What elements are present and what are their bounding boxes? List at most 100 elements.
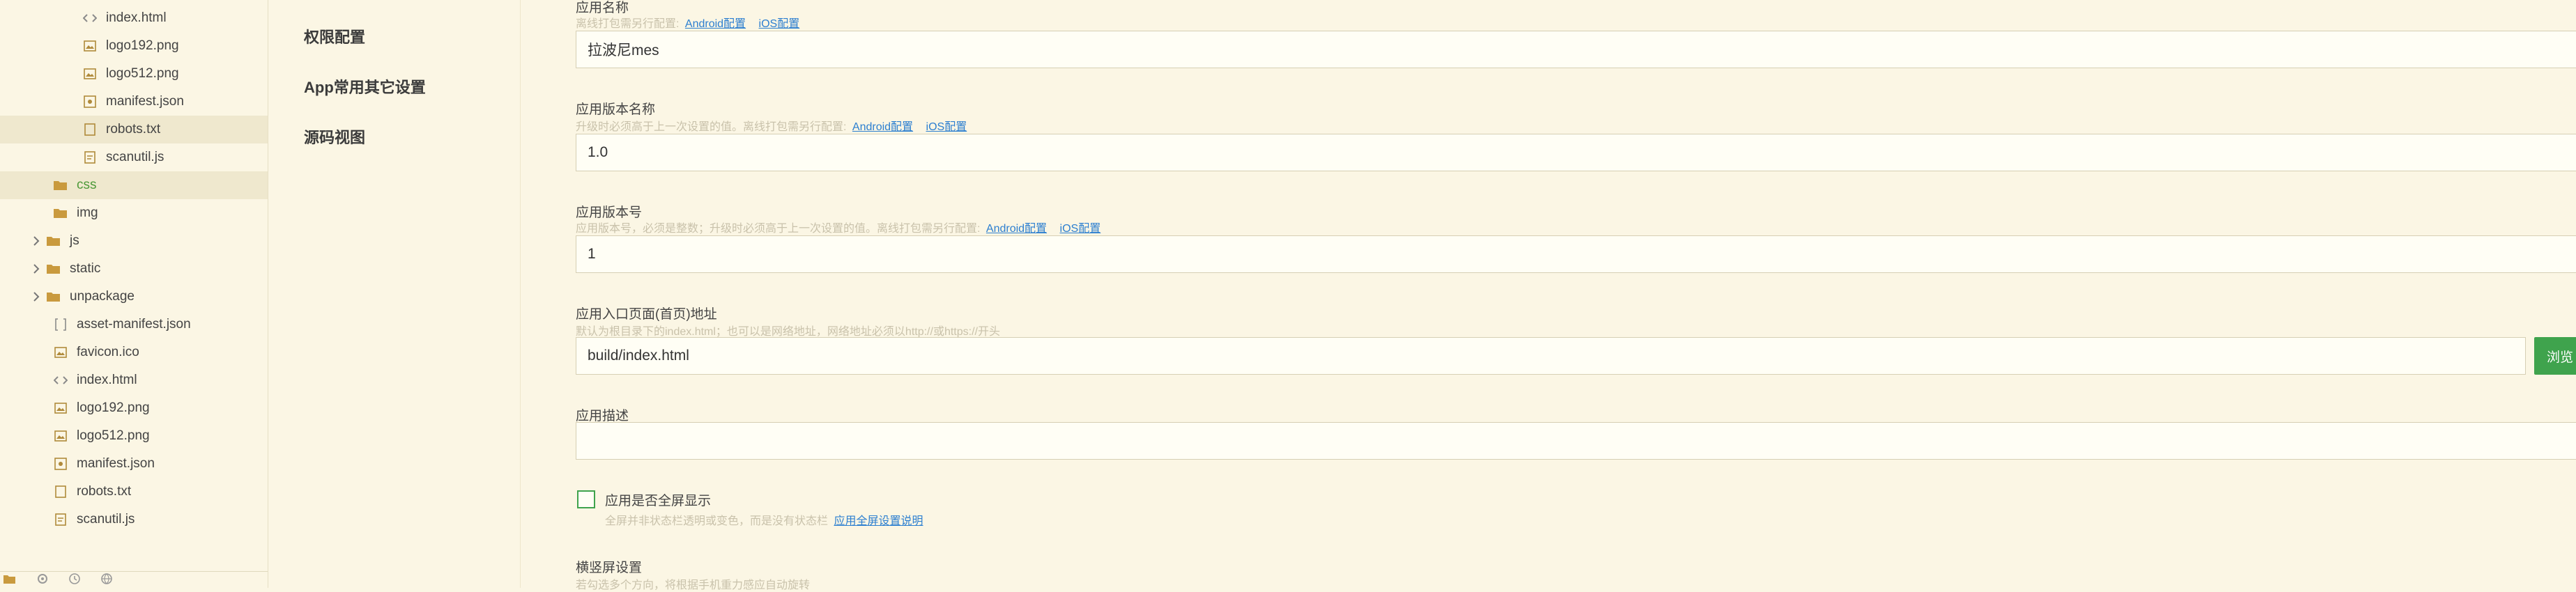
ios-config-link[interactable]: iOS配置 (759, 18, 800, 30)
folder-icon[interactable] (3, 573, 17, 588)
folder-open-icon (53, 178, 68, 193)
entry-page-input[interactable]: build/index.html (576, 337, 2526, 375)
tree-item-logo512-png[interactable]: logo512.png (0, 422, 268, 450)
chevron-right-icon[interactable] (31, 255, 42, 283)
entry-page-label: 应用入口页面(首页)地址 (576, 307, 717, 322)
folder-icon (46, 261, 61, 276)
tree-item-logo192-png[interactable]: logo192.png (0, 394, 268, 422)
fullscreen-doc-link[interactable]: 应用全屏设置说明 (834, 515, 923, 527)
tree-item-scanutil-js[interactable]: scanutil.js (0, 506, 268, 533)
version-code-label: 应用版本号 (576, 205, 643, 220)
fullscreen-checkbox[interactable] (577, 490, 595, 508)
tree-item-label: logo192.png (77, 400, 150, 415)
tree-item-label: css (77, 178, 97, 192)
tree-item-label: scanutil.js (106, 150, 164, 164)
js-file-icon (82, 150, 98, 165)
settings-nav: 权限配置 App常用其它设置 源码视图 (268, 0, 521, 588)
tree-item-robots-txt[interactable]: robots.txt (0, 478, 268, 506)
version-name-hint: 升级时必须高于上一次设置的值。离线打包需另行配置: Android配置 iOS配… (576, 117, 974, 134)
tree-item-manifest-json[interactable]: manifest.json (0, 88, 268, 116)
version-name-input[interactable]: 1.0 (576, 134, 2576, 171)
tree-bottom-toolbar (0, 571, 268, 589)
tree-item-label: favicon.ico (77, 345, 139, 359)
tree-item-label: js (70, 233, 79, 248)
tree-item-robots-txt[interactable]: robots.txt (0, 116, 268, 143)
image-file-icon (53, 428, 68, 444)
folder-icon (46, 233, 61, 249)
ios-config-link[interactable]: iOS配置 (926, 121, 967, 133)
tree-item-js-folder[interactable]: js (0, 227, 268, 255)
version-code-hint: 应用版本号，必须是整数；升级时必须高于上一次设置的值。离线打包需另行配置: An… (576, 219, 1107, 235)
text-file-icon (53, 484, 68, 499)
tree-item-label: static (70, 261, 101, 276)
tree-item-label: asset-manifest.json (77, 317, 191, 332)
tree-item-unpackage-folder[interactable]: unpackage (0, 283, 268, 311)
tree-item-scanutil-js[interactable]: scanutil.js (0, 143, 268, 171)
globe-icon[interactable] (100, 572, 113, 589)
nav-app-common-other[interactable]: App常用其它设置 (304, 75, 426, 98)
tree-item-label: index.html (106, 10, 167, 25)
text-file-icon (82, 122, 98, 137)
tree-item-asset-manifest-json[interactable]: asset-manifest.json (0, 311, 268, 338)
json-file-icon (82, 94, 98, 109)
fullscreen-label: 应用是否全屏显示 (605, 494, 712, 508)
tree-item-label: manifest.json (106, 94, 184, 109)
android-config-link[interactable]: Android配置 (685, 18, 746, 30)
orientation-hint: 若勾选多个方向，将根据手机重力感应自动旋转 (576, 579, 811, 591)
tree-item-static-folder[interactable]: static (0, 255, 268, 283)
nav-source-view[interactable]: 源码视图 (304, 125, 365, 148)
image-file-icon (53, 400, 68, 416)
android-config-link[interactable]: Android配置 (986, 223, 1047, 235)
json-file-icon (53, 317, 68, 332)
tree-item-index-html[interactable]: index.html (0, 366, 268, 394)
tree-item-label: logo512.png (106, 66, 179, 81)
tree-item-label: unpackage (70, 289, 135, 304)
tree-item-label: logo512.png (77, 428, 150, 443)
clock-icon[interactable] (68, 572, 81, 589)
tree-item-label: manifest.json (77, 456, 155, 471)
file-tree-panel: index.html logo192.png logo512.png manif… (0, 0, 268, 588)
tree-item-manifest-json[interactable]: manifest.json (0, 450, 268, 478)
image-file-icon (82, 38, 98, 54)
hint-text: 应用版本号，必须是整数；升级时必须高于上一次设置的值。离线打包需另行配置: (576, 223, 981, 235)
hint-text: 升级时必须高于上一次设置的值。离线打包需另行配置: (576, 121, 847, 133)
hint-text: 全屏并非状态栏透明或变色，而是没有状态栏 (605, 515, 829, 527)
description-label: 应用描述 (576, 409, 629, 423)
description-input[interactable] (576, 422, 2576, 460)
tree-item-favicon-ico[interactable]: favicon.ico (0, 338, 268, 366)
hint-text: 离线打包需另行配置: (576, 18, 680, 30)
js-file-icon (53, 512, 68, 527)
image-file-icon (53, 345, 68, 360)
tree-item-logo192-png[interactable]: logo192.png (0, 32, 268, 60)
version-code-input[interactable]: 1 (576, 235, 2576, 273)
tree-item-label: scanutil.js (77, 512, 135, 527)
tree-item-css-folder[interactable]: css (0, 171, 268, 199)
orientation-label: 横竖屏设置 (576, 561, 643, 575)
json-file-icon (53, 456, 68, 472)
app-name-hint: 离线打包需另行配置: Android配置 iOS配置 (576, 14, 806, 31)
ios-config-link[interactable]: iOS配置 (1060, 223, 1101, 235)
tree-item-label: img (77, 205, 98, 220)
nav-permissions[interactable]: 权限配置 (304, 25, 365, 47)
android-config-link[interactable]: Android配置 (852, 121, 913, 133)
browse-button[interactable]: 浏览 (2534, 337, 2576, 375)
fullscreen-hint: 全屏并非状态栏透明或变色，而是没有状态栏 应用全屏设置说明 (605, 511, 930, 528)
chevron-right-icon[interactable] (31, 227, 42, 255)
code-file-icon (82, 10, 98, 26)
manifest-form: 应用名称 离线打包需另行配置: Android配置 iOS配置 拉波尼mes 应… (520, 0, 2576, 591)
tree-item-logo512-png[interactable]: logo512.png (0, 60, 268, 88)
tree-item-label: index.html (77, 373, 137, 387)
folder-icon (53, 205, 68, 221)
version-name-label: 应用版本名称 (576, 102, 656, 117)
folder-icon (46, 289, 61, 304)
entry-page-hint: 默认为根目录下的index.html；也可以是网络地址，网络地址必须以http:… (576, 326, 1000, 338)
tree-item-img-folder[interactable]: img (0, 199, 268, 227)
tree-item-label: logo192.png (106, 38, 179, 53)
chevron-right-icon[interactable] (31, 283, 42, 311)
tree-item-index-html[interactable]: index.html (0, 4, 268, 32)
tree-item-label: robots.txt (77, 484, 132, 499)
image-file-icon (82, 66, 98, 81)
code-file-icon (53, 373, 68, 388)
gear-icon[interactable] (36, 572, 49, 589)
app-name-input[interactable]: 拉波尼mes (576, 31, 2576, 68)
